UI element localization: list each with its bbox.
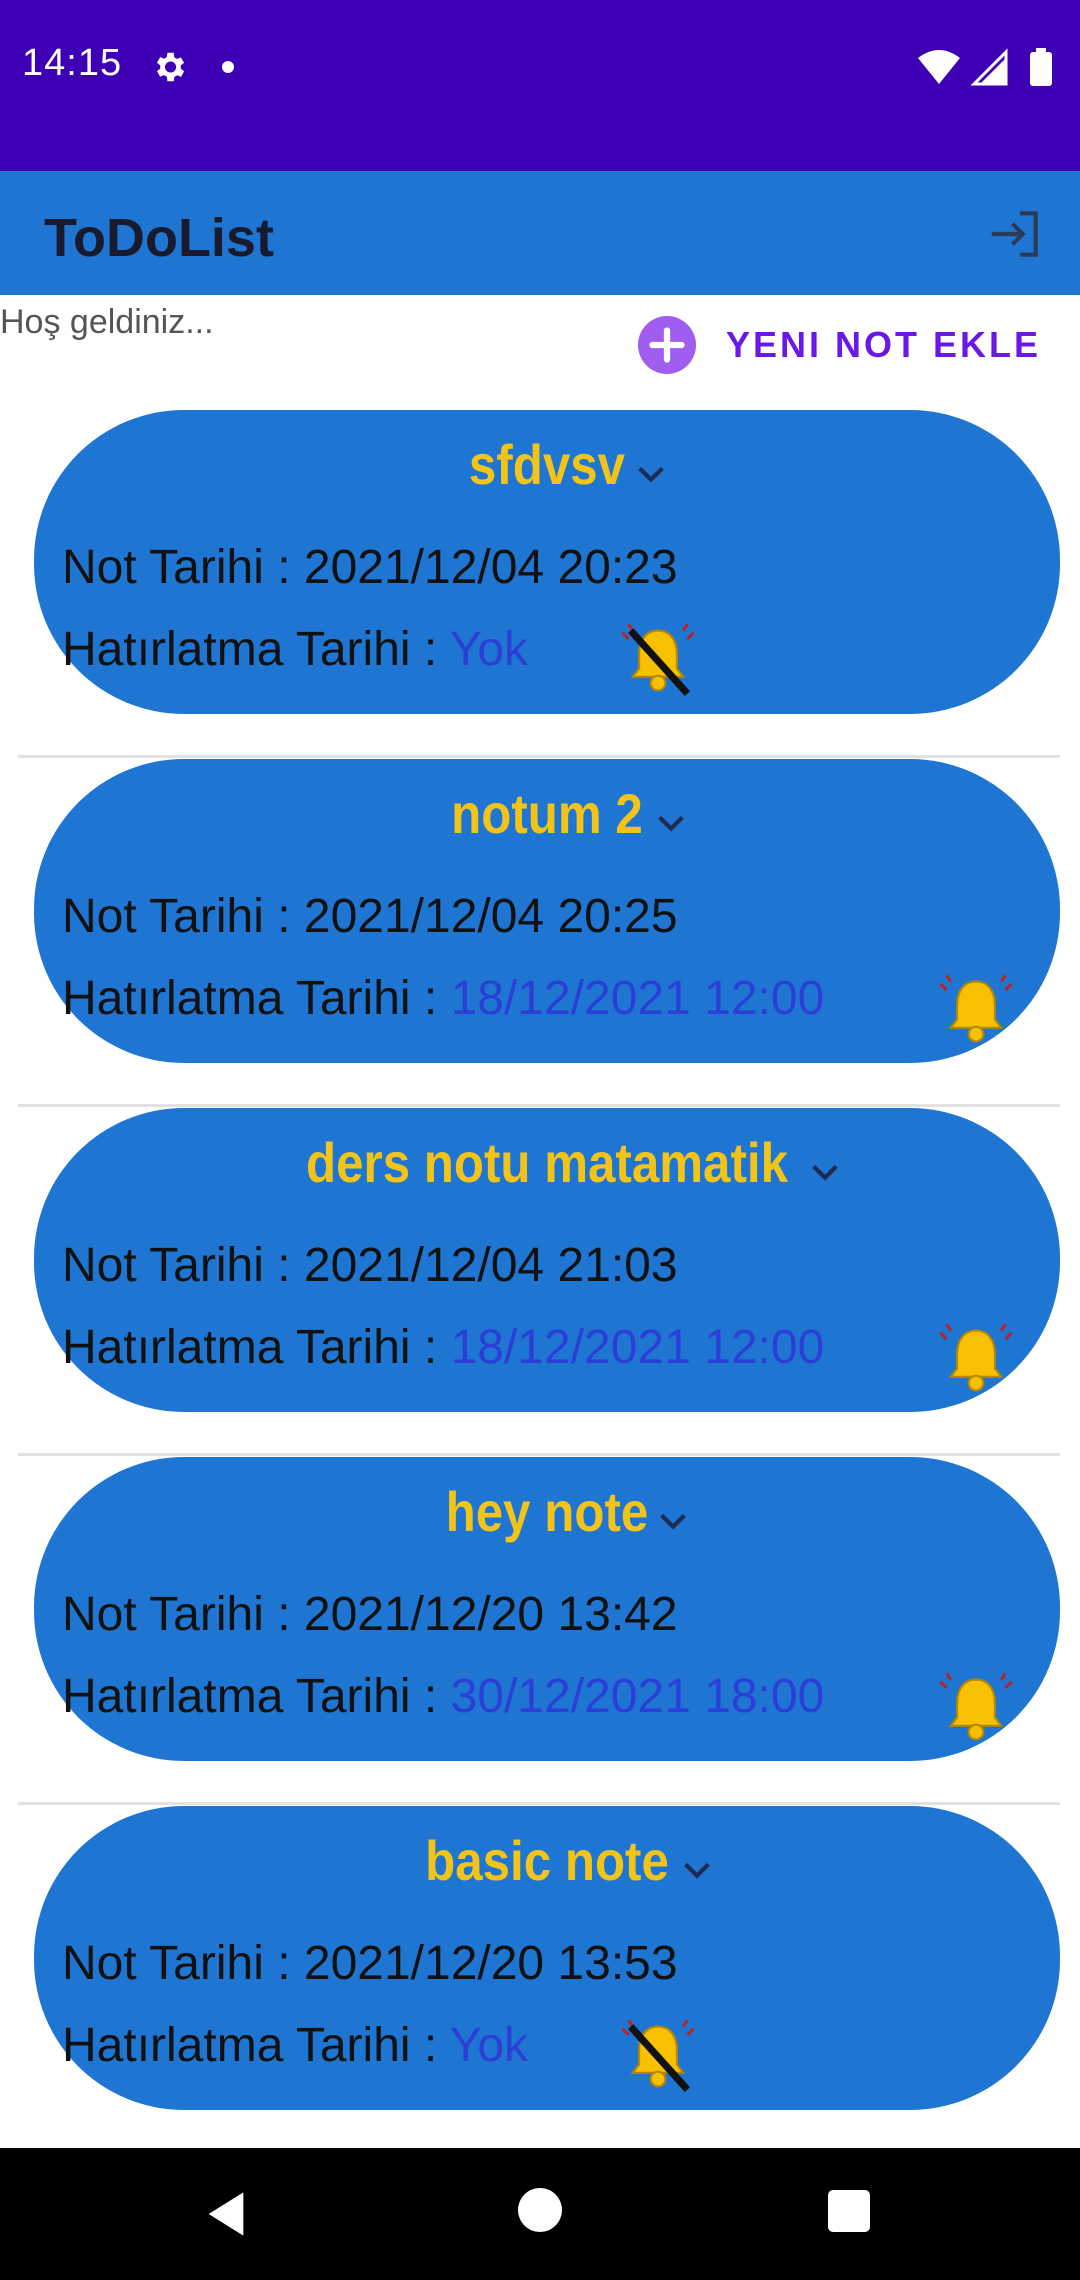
app-title: ToDoList: [44, 208, 274, 268]
note-date: Not Tarihi : 2021/12/20 13:53: [62, 1937, 678, 1990]
note-title: notum 2: [451, 782, 643, 845]
notification-dot-icon: [222, 61, 234, 73]
divider: [18, 1453, 1060, 1456]
note-card[interactable]: basic note Not Tarihi : 2021/12/20 13:53…: [34, 1806, 1060, 2110]
bell-ringing-icon[interactable]: [934, 1667, 1018, 1751]
chevron-down-icon[interactable]: [634, 462, 668, 486]
system-status-icons: [918, 48, 1052, 86]
note-date: Not Tarihi : 2021/12/04 21:03: [62, 1239, 678, 1292]
bell-off-icon[interactable]: [616, 618, 700, 702]
note-title: basic note: [425, 1829, 669, 1892]
add-note-label: YENI NOT EKLE: [726, 324, 1042, 365]
chevron-down-icon[interactable]: [656, 1509, 690, 1533]
wifi-icon: [918, 50, 960, 84]
chevron-down-icon[interactable]: [654, 811, 688, 835]
chevron-down-icon[interactable]: [808, 1160, 842, 1184]
welcome-text: Hoş geldiniz...: [0, 303, 214, 341]
divider: [18, 1104, 1060, 1107]
chevron-down-icon[interactable]: [680, 1858, 714, 1882]
app-bar: ToDoList: [0, 171, 1080, 295]
bell-ringing-icon[interactable]: [934, 969, 1018, 1053]
note-card[interactable]: hey note Not Tarihi : 2021/12/20 13:42 H…: [34, 1457, 1060, 1761]
add-note-button[interactable]: YENI NOT EKLE: [638, 310, 1058, 380]
note-reminder: Hatırlatma Tarihi : 18/12/2021 12:00: [62, 972, 825, 1025]
back-icon[interactable]: [200, 2188, 252, 2240]
bell-ringing-icon[interactable]: [934, 1318, 1018, 1402]
note-title: hey note: [445, 1480, 649, 1543]
status-time: 14:15: [22, 42, 123, 84]
recent-apps-icon[interactable]: [828, 2190, 870, 2232]
navigation-bar: [0, 2148, 1080, 2280]
note-title: ders notu matamatik: [306, 1131, 788, 1194]
divider: [18, 1802, 1060, 1805]
note-reminder: Hatırlatma Tarihi : 18/12/2021 12:00: [62, 1321, 825, 1374]
bell-off-icon[interactable]: [616, 2014, 700, 2098]
home-icon[interactable]: [518, 2188, 562, 2232]
note-date: Not Tarihi : 2021/12/04 20:23: [62, 541, 678, 594]
note-card[interactable]: sfdvsv Not Tarihi : 2021/12/04 20:23 Hat…: [34, 410, 1060, 714]
note-card[interactable]: ders notu matamatik Not Tarihi : 2021/12…: [34, 1108, 1060, 1412]
note-date: Not Tarihi : 2021/12/04 20:25: [62, 890, 678, 943]
battery-icon: [1030, 52, 1052, 86]
note-date: Not Tarihi : 2021/12/20 13:42: [62, 1588, 678, 1641]
divider: [18, 755, 1060, 758]
note-title: sfdvsv: [468, 433, 626, 496]
settings-gear-icon: [156, 52, 185, 82]
note-card[interactable]: notum 2 Not Tarihi : 2021/12/04 20:25 Ha…: [34, 759, 1060, 1063]
logout-icon[interactable]: [984, 203, 1046, 265]
note-reminder: Hatırlatma Tarihi : 30/12/2021 18:00: [62, 1670, 825, 1723]
add-circle-icon: [638, 316, 696, 374]
status-bar: 14:15: [0, 0, 1080, 171]
note-reminder: Hatırlatma Tarihi : Yok: [62, 623, 529, 676]
note-reminder: Hatırlatma Tarihi : Yok: [62, 2019, 529, 2072]
